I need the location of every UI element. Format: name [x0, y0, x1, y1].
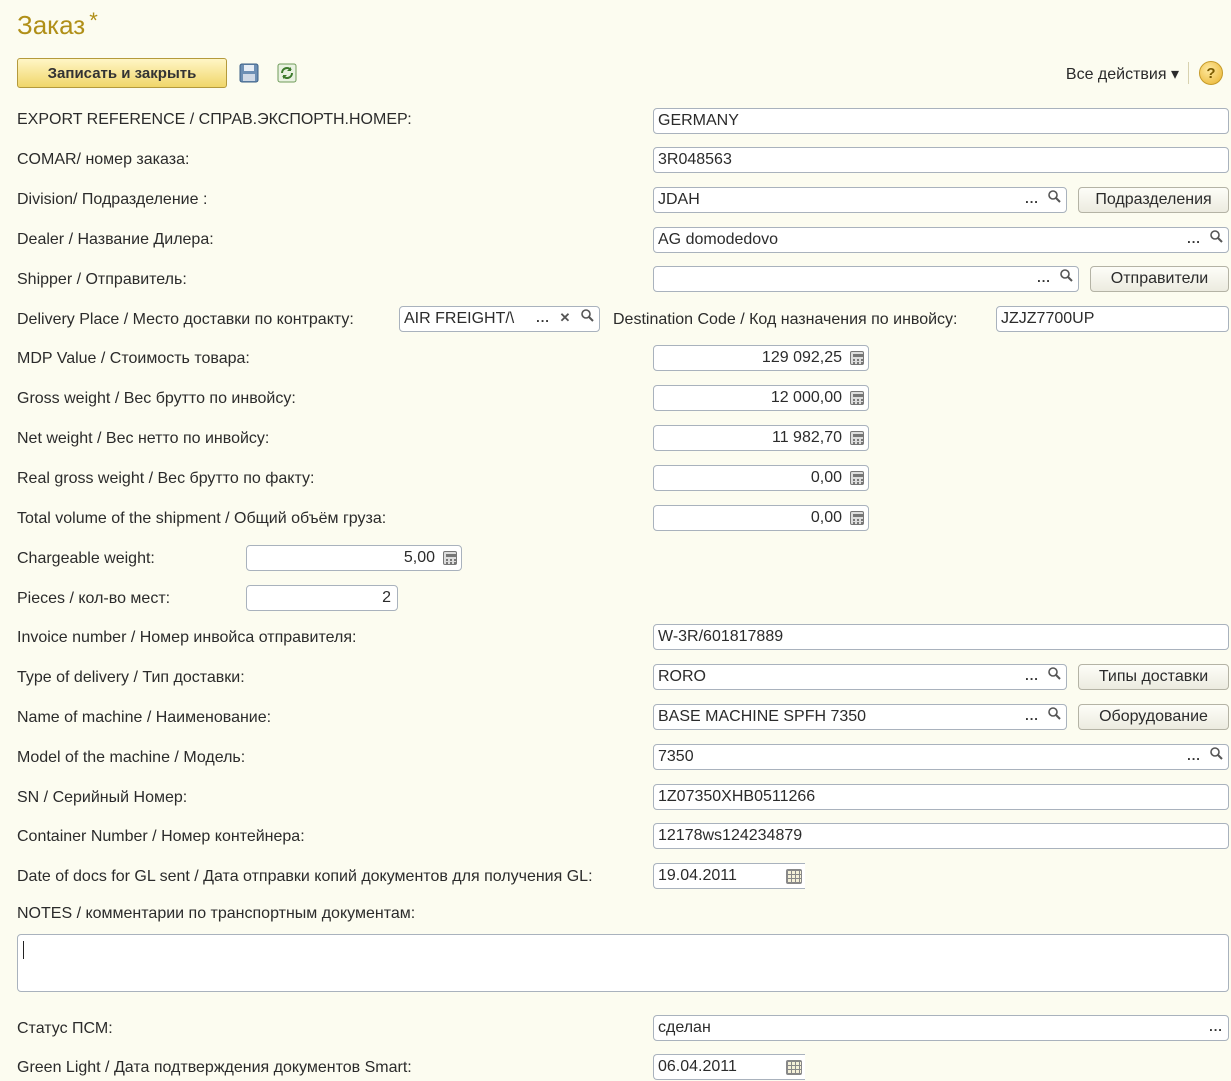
delivery-place-input[interactable]: AIR FREIGHT/\ ... ✕ — [399, 306, 600, 332]
chargeable-weight-label: Chargeable weight: — [17, 550, 155, 567]
calculator-icon[interactable] — [443, 551, 457, 565]
calendar-icon[interactable] — [786, 1060, 802, 1075]
psm-status-choose-button[interactable]: ... — [1206, 1017, 1226, 1039]
division-choose-button[interactable]: ... — [1022, 189, 1042, 211]
refresh-icon[interactable] — [276, 62, 298, 84]
calculator-icon[interactable] — [850, 391, 864, 405]
pieces-label: Pieces / кол-во мест: — [17, 590, 171, 607]
page-title: Заказ * — [17, 8, 98, 41]
model-label: Model of the machine / Модель: — [17, 749, 246, 766]
calculator-icon[interactable] — [850, 431, 864, 445]
shipper-choose-button[interactable]: ... — [1034, 268, 1054, 290]
help-button[interactable]: ? — [1199, 61, 1223, 85]
net-weight-label: Net weight / Вес нетто по инвойсу: — [17, 430, 270, 447]
model-choose-button[interactable]: ... — [1184, 746, 1204, 768]
search-icon[interactable] — [577, 308, 597, 330]
real-gross-weight-label: Real gross weight / Вес брутто по факту: — [17, 470, 315, 487]
delivery-place-label: Delivery Place / Место доставки по контр… — [17, 311, 354, 328]
gross-weight-input[interactable]: 12 000,00 — [653, 385, 869, 411]
form-title-text: Заказ — [17, 10, 86, 40]
division-label: Division/ Подразделение : — [17, 191, 208, 208]
machine-name-choose-button[interactable]: ... — [1022, 706, 1042, 728]
gl-sent-date-input[interactable]: 19.04.2011 — [653, 863, 805, 889]
dealer-choose-button[interactable]: ... — [1184, 229, 1204, 251]
dealer-label: Dealer / Название Дилера: — [17, 231, 214, 248]
machine-name-input[interactable]: BASE MACHINE SPFH 7350 ... — [653, 704, 1067, 730]
invoice-input[interactable]: W-3R/601817889 — [653, 624, 1229, 650]
container-input[interactable]: 12178ws124234879 — [653, 823, 1229, 849]
net-weight-input[interactable]: 11 982,70 — [653, 425, 869, 451]
calculator-icon[interactable] — [850, 471, 864, 485]
delivery-type-choose-button[interactable]: ... — [1022, 666, 1042, 688]
psm-status-input[interactable]: сделан ... — [653, 1015, 1229, 1041]
text-caret — [23, 941, 24, 959]
equipment-button[interactable]: Оборудование — [1078, 704, 1229, 730]
destination-code-label: Destination Code / Код назначения по инв… — [613, 311, 958, 328]
notes-textarea[interactable] — [17, 934, 1229, 992]
shippers-button[interactable]: Отправители — [1090, 266, 1229, 292]
shipper-input[interactable]: ... — [653, 266, 1079, 292]
machine-name-label: Name of machine / Наименование: — [17, 709, 272, 726]
container-label: Container Number / Номер контейнера: — [17, 828, 305, 845]
modified-mark: * — [89, 8, 98, 33]
psm-status-label: Статус ПСМ: — [17, 1020, 113, 1037]
divisions-button[interactable]: Подразделения — [1078, 187, 1229, 213]
serial-label: SN / Серийный Номер: — [17, 789, 188, 806]
floppy-disk-icon[interactable] — [238, 62, 260, 84]
search-icon[interactable] — [1044, 666, 1064, 688]
total-volume-label: Total volume of the shipment / Общий объ… — [17, 510, 387, 527]
search-icon[interactable] — [1044, 706, 1064, 728]
export-ref-label: EXPORT REFERENCE / СПРАВ.ЭКСПОРТН.НОМЕР: — [17, 111, 412, 128]
delivery-types-button[interactable]: Типы доставки — [1078, 664, 1229, 690]
comar-label: COMAR/ номер заказа: — [17, 151, 190, 168]
save-and-close-button[interactable]: Записать и закрыть — [17, 58, 227, 88]
search-icon[interactable] — [1044, 189, 1064, 211]
model-input[interactable]: 7350 ... — [653, 744, 1229, 770]
dealer-input[interactable]: AG domodedovo ... — [653, 227, 1229, 253]
total-volume-input[interactable]: 0,00 — [653, 505, 869, 531]
serial-input[interactable]: 1Z07350XHB0511266 — [653, 784, 1229, 810]
search-icon[interactable] — [1056, 268, 1076, 290]
green-light-label: Green Light / Дата подтверждения докумен… — [17, 1059, 412, 1076]
search-icon[interactable] — [1206, 229, 1226, 251]
division-input[interactable]: JDAH ... — [653, 187, 1067, 213]
toolbar-divider — [1188, 62, 1189, 84]
calendar-icon[interactable] — [786, 869, 802, 884]
invoice-label: Invoice number / Номер инвойса отправите… — [17, 629, 357, 646]
destination-code-input[interactable]: JZJZ7700UP — [996, 306, 1229, 332]
calculator-icon[interactable] — [850, 511, 864, 525]
green-light-date-input[interactable]: 06.04.2011 — [653, 1054, 805, 1080]
clear-icon[interactable]: ✕ — [555, 308, 575, 330]
delivery-place-choose-button[interactable]: ... — [533, 308, 553, 330]
shipper-label: Shipper / Отправитель: — [17, 271, 187, 288]
gl-sent-date-label: Date of docs for GL sent / Дата отправки… — [17, 868, 593, 885]
all-actions-menu[interactable]: Все действия ▾ — [1066, 64, 1179, 84]
search-icon[interactable] — [1206, 746, 1226, 768]
delivery-type-input[interactable]: RORO ... — [653, 664, 1067, 690]
notes-label: NOTES / комментарии по транспортным доку… — [17, 905, 416, 922]
gross-weight-label: Gross weight / Вес брутто по инвойсу: — [17, 390, 296, 407]
comar-input[interactable]: 3R048563 — [653, 147, 1229, 173]
export-ref-input[interactable]: GERMANY — [653, 108, 1229, 134]
delivery-type-label: Type of delivery / Тип доставки: — [17, 669, 245, 686]
pieces-input[interactable]: 2 — [246, 585, 398, 611]
mdp-value-label: MDP Value / Стоимость товара: — [17, 350, 250, 367]
chargeable-weight-input[interactable]: 5,00 — [246, 545, 462, 571]
calculator-icon[interactable] — [850, 351, 864, 365]
mdp-value-input[interactable]: 129 092,25 — [653, 345, 869, 371]
real-gross-weight-input[interactable]: 0,00 — [653, 465, 869, 491]
